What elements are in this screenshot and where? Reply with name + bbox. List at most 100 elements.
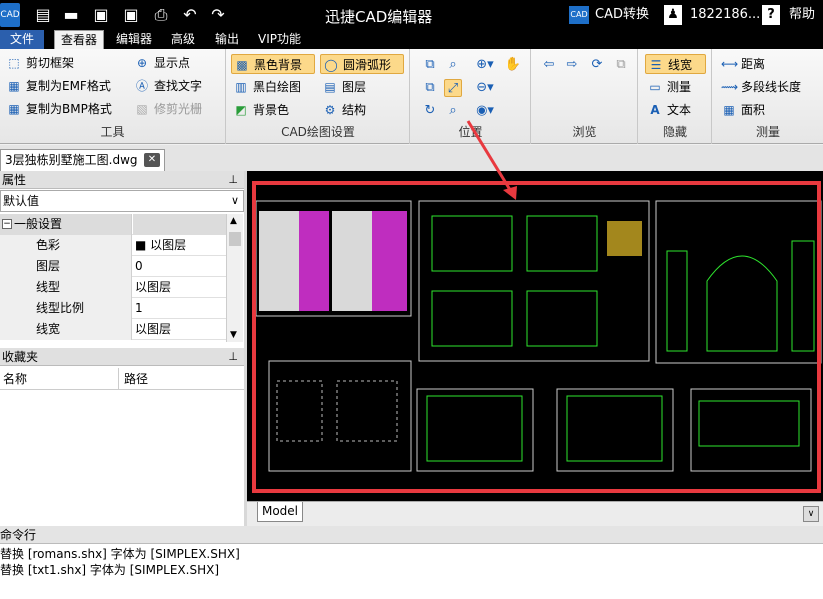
zoom-previous-icon[interactable]: ⌕ [444,102,462,120]
ribbon-group-title: CAD绘图设置 [281,125,355,139]
emf-icon: ▦ [8,79,20,93]
property-row[interactable]: 线宽 以图层 [0,319,226,340]
undo-icon[interactable]: ↶ [180,5,200,25]
ribbon-group-position: ⧉ ⌕ ⊕▾ ✋ ⧉ ⤢ ⊖▾ ↻ ⌕ ◉▾ 位置 [411,49,531,144]
properties-scrollbar[interactable]: ▲ ▼ [226,214,243,342]
ribbon-group-cad-settings: ▩ 黑色背景 ▥ 黑白绘图 ◩ 背景色 ◯ 圆滑弧形 ▤ 图层 ⚙ 结构 CAD绘图设置 [227,49,410,144]
tab-editor[interactable]: 编辑器 [110,30,158,49]
property-row[interactable]: 色彩 ■ 以图层 [0,235,226,256]
command-panel: 命令行 替换 [romans.shx] 字体为 [SIMPLEX.SHX] 替换… [0,526,823,599]
area-icon: ▦ [723,103,735,117]
close-tab-icon[interactable]: ✕ [144,153,160,167]
line-width-button[interactable]: ☰ 线宽 [645,54,706,74]
pin-icon[interactable]: ⊥ [228,171,238,189]
ribbon-group-measure: ⟷ 距离 ⟿ 多段线长度 ▦ 面积 测量 [713,49,823,144]
column-name[interactable]: 名称 [3,368,27,390]
copy-bmp-button[interactable]: ▦ 复制为BMP格式 [4,99,112,119]
zoom-window-icon[interactable]: ⧉ [421,56,439,74]
ribbon-group-title: 隐藏 [662,125,687,139]
properties-header: 属性 ⊥ [0,171,244,189]
distance-button[interactable]: ⟷ 距离 [719,54,765,74]
tab-output[interactable]: 输出 [209,30,245,49]
cad-convert-icon[interactable]: CAD [569,6,589,24]
properties-selector[interactable]: 默认值 ∨ [0,190,244,212]
save-icon[interactable]: ▣ [91,5,111,25]
smooth-arc-button[interactable]: ◯ 圆滑弧形 [320,54,404,74]
bw-drawing-icon: ▥ [235,80,247,94]
collapse-icon[interactable]: − [2,219,12,229]
rotate-icon[interactable]: ↻ [421,102,439,120]
scrollbar-thumb[interactable] [229,232,241,246]
open-folder-icon[interactable]: ▬ [61,5,81,25]
zoom-select-icon[interactable]: ⌕ [444,56,462,74]
new-file-icon[interactable]: ▤ [33,5,53,25]
highlight-box [252,181,821,493]
property-row[interactable]: 线型 以图层 [0,277,226,298]
polyline-length-button[interactable]: ⟿ 多段线长度 [719,77,801,97]
command-output-line: 替换 [romans.shx] 字体为 [SIMPLEX.SHX] [0,547,240,561]
smooth-arc-icon: ◯ [324,58,338,72]
scroll-up-icon[interactable]: ▲ [230,216,237,226]
structure-icon: ⚙ [324,103,336,117]
clip-frame-button[interactable]: ⬚ 剪切框架 [4,53,74,73]
print-icon[interactable]: ⎙ [151,5,171,25]
ribbon: ⬚ 剪切框架 ▦ 复制为EMF格式 ▦ 复制为BMP格式 ⊕ 显示点 Ⓐ 查找文字 ▧ 修剪… [0,49,823,144]
column-path[interactable]: 路径 [124,368,148,390]
zoom-extents-icon[interactable]: ⧉ [421,79,439,97]
area-button[interactable]: ▦ 面积 [719,100,765,120]
user-account-label[interactable]: 1822186... [690,5,760,25]
show-points-button[interactable]: ⊕ 显示点 [132,53,190,73]
text-a-icon: A [650,103,660,117]
scroll-down-icon[interactable]: ▼ [230,330,237,340]
tab-model[interactable]: Model [257,502,303,522]
zoom-out-icon[interactable]: ⊖▾ [471,79,499,97]
help-icon[interactable]: ? [762,5,780,25]
refresh-icon[interactable]: ⟳ [588,56,606,74]
chevron-down-icon[interactable]: ∨ [803,506,819,522]
menu-bar: 文件 查看器 编辑器 高级 输出 VIP功能 [0,30,823,49]
ribbon-group-hide: ☰ 线宽 ▭ 测量 A 文本 隐藏 [639,49,712,144]
background-color-button[interactable]: ◩ 背景色 [231,100,289,120]
tab-file[interactable]: 文件 [0,30,45,49]
property-row[interactable]: 图层 0 [0,256,226,277]
zoom-in-icon[interactable]: ⊕▾ [471,56,499,74]
ribbon-group-title: 工具 [100,125,125,139]
help-button[interactable]: 帮助 [789,5,815,25]
ribbon-group-title: 位置 [458,125,483,139]
copy-view-icon[interactable]: ⧉ [612,56,630,74]
arrow-right-icon[interactable]: ⇨ [563,56,581,74]
redo-icon[interactable]: ↷ [208,5,228,25]
tab-viewer[interactable]: 查看器 [54,30,105,49]
favorites-columns: 名称 路径 [0,368,244,390]
app-logo: CAD [0,3,20,27]
text-toggle-button[interactable]: A 文本 [645,100,691,120]
ribbon-group-title: 测量 [755,125,780,139]
property-row[interactable]: 线型比例 1 [0,298,226,319]
layers-button[interactable]: ▤ 图层 [320,77,366,97]
cad-convert-button[interactable]: CAD转换 [595,5,649,25]
arrow-left-icon[interactable]: ⇦ [540,56,558,74]
trim-raster-button[interactable]: ▧ 修剪光栅 [132,99,202,119]
copy-emf-button[interactable]: ▦ 复制为EMF格式 [4,76,111,96]
black-background-button[interactable]: ▩ 黑色背景 [231,54,315,74]
structure-button[interactable]: ⚙ 结构 [320,100,366,120]
find-text-button[interactable]: Ⓐ 查找文字 [132,76,202,96]
favorites-header: 收藏夹 ⊥ [0,348,244,366]
tab-vip[interactable]: VIP功能 [252,30,307,49]
measure-toggle-button[interactable]: ▭ 测量 [645,77,691,97]
bw-drawing-button[interactable]: ▥ 黑白绘图 [231,77,301,97]
pan-hand-icon[interactable]: ✋ [504,56,522,74]
property-group-row[interactable]: − 一般设置 [0,214,226,235]
tab-advanced[interactable]: 高级 [165,30,201,49]
document-tab[interactable]: 3层独栋别墅施工图.dwg ✕ [0,149,165,171]
background-color-icon: ◩ [235,103,247,117]
fit-to-window-icon[interactable]: ⤢ [444,79,462,97]
pin-icon[interactable]: ⊥ [228,348,238,366]
document-tab-bar: 3层独栋别墅施工图.dwg ✕ [0,145,823,171]
document-tab-label: 3层独栋别墅施工图.dwg [5,153,138,167]
layers-icon: ▤ [324,80,336,94]
save-as-icon[interactable]: ▣ [121,5,141,25]
user-avatar-icon[interactable]: ♟ [664,5,682,25]
view-3d-icon[interactable]: ◉▾ [471,102,499,120]
bmp-icon: ▦ [8,102,20,116]
